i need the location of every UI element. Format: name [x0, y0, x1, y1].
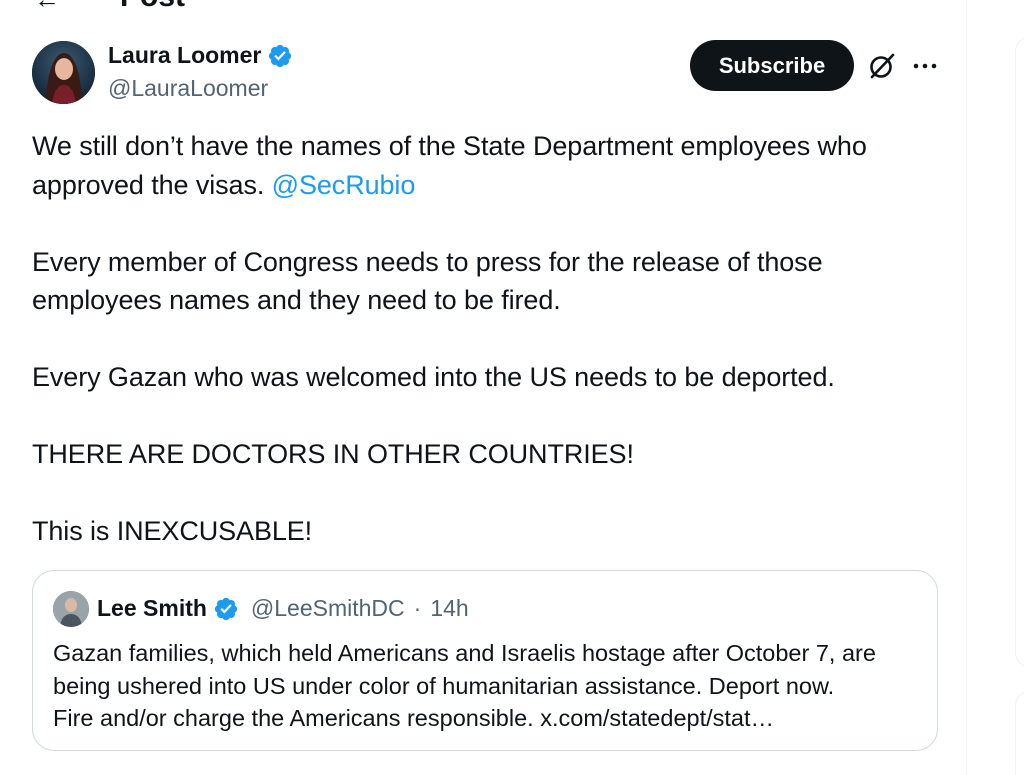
avatar[interactable]: [32, 41, 95, 104]
page-header: ← Post: [0, 0, 966, 14]
author-name[interactable]: Laura Loomer: [108, 42, 261, 69]
quoted-line: Fire and/or charge the Americans respons…: [53, 705, 775, 731]
author-name-row: Laura Loomer: [108, 42, 293, 69]
post-line: Every member of Congress needs to press …: [32, 246, 823, 277]
author-handle[interactable]: @LauraLoomer: [108, 75, 268, 102]
post-line: approved the visas. @SecRubio: [32, 166, 932, 205]
dot-separator: ·: [413, 595, 422, 621]
right-sidebar: [967, 0, 1024, 775]
quoted-author-handle[interactable]: @LeeSmithDC: [251, 595, 405, 622]
quoted-avatar[interactable]: [53, 591, 89, 627]
sidebar-card: [1015, 36, 1024, 668]
verified-badge-icon[interactable]: [267, 43, 293, 69]
post-line: This is INEXCUSABLE!: [32, 516, 313, 546]
quoted-author-name[interactable]: Lee Smith: [97, 595, 207, 622]
quoted-post-card[interactable]: Lee Smith @LeeSmithDC · 14h Gazan famili…: [32, 570, 938, 751]
post-line: THERE ARE DOCTORS IN OTHER COUNTRIES!: [32, 439, 634, 469]
post-line: Every Gazan who was welcomed into the US…: [32, 362, 835, 392]
quoted-post-header: Lee Smith @LeeSmithDC · 14h: [97, 595, 469, 622]
page-title: Post: [120, 0, 185, 14]
mention-link[interactable]: @SecRubio: [272, 170, 416, 200]
sidebar-card: [1015, 690, 1024, 775]
post-line-text: approved the visas.: [32, 169, 272, 200]
grok-icon[interactable]: [866, 50, 898, 82]
quoted-timestamp[interactable]: 14h: [430, 595, 468, 622]
page: ← Post Laura Loomer: [0, 0, 1024, 775]
post-line: employees names and they need to be fire…: [32, 285, 561, 315]
verified-badge-icon[interactable]: [213, 596, 239, 622]
arrow-left-icon[interactable]: ←: [34, 0, 60, 15]
quoted-line: Gazan families, which held Americans and…: [53, 640, 876, 666]
quoted-post-text: Gazan families, which held Americans and…: [53, 637, 933, 735]
post-line: We still don’t have the names of the Sta…: [32, 131, 867, 161]
more-options-icon[interactable]: [911, 52, 939, 80]
quoted-line: being ushered into US under color of hum…: [53, 672, 835, 699]
post-text: We still don’t have the names of the Sta…: [32, 127, 932, 551]
main-column: ← Post Laura Loomer: [0, 0, 967, 775]
subscribe-button[interactable]: Subscribe: [690, 40, 854, 91]
